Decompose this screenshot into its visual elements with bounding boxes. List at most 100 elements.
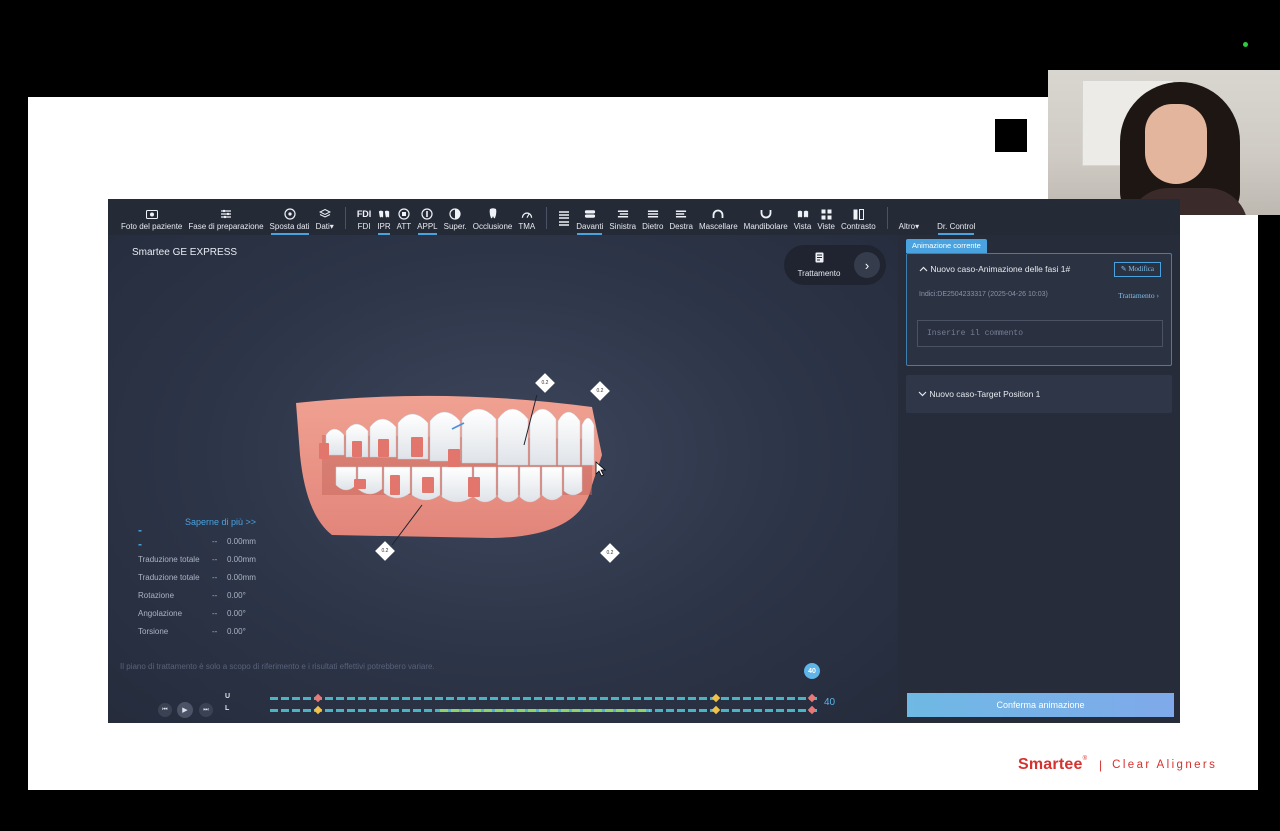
toolbar-label: ATT: [396, 222, 412, 231]
toolbar-contrast[interactable]: Contrasto: [838, 199, 879, 235]
ipr-marker[interactable]: 0.2: [375, 541, 395, 561]
brand-separator: |: [1098, 758, 1103, 772]
current-animation-tab[interactable]: Animazione corrente: [906, 239, 987, 253]
edit-icon: ✎: [1120, 265, 1127, 273]
3d-viewport[interactable]: Smartee GE EXPRESS Trattamento › 0.2 0.2…: [108, 235, 898, 723]
toolbar-appl[interactable]: APPL: [414, 199, 440, 235]
toolbar-dr-control[interactable]: Dr. Control: [934, 199, 978, 235]
toolbar-upper-arch[interactable]: Mascellare: [696, 199, 741, 235]
current-step-handle[interactable]: 40: [804, 663, 820, 679]
move-icon: [283, 208, 296, 220]
toolbar-preparation-phase[interactable]: Fase di preparazione: [185, 199, 266, 235]
toolbar-occlusion[interactable]: Occlusione: [470, 199, 516, 235]
document-icon: [815, 252, 824, 266]
toolbar-label: Mascellare: [698, 222, 738, 231]
view-icon: [797, 209, 809, 219]
prev-step-button[interactable]: ⏮: [158, 703, 172, 717]
chevron-right-icon: ›: [1156, 291, 1160, 300]
ipr-marker[interactable]: 0.2: [535, 373, 555, 393]
animation-card-phases: Nuovo caso-Animazione delle fasi 1# ✎ Mo…: [906, 253, 1172, 366]
animation-card-target[interactable]: Nuovo caso-Target Position 1: [906, 375, 1172, 413]
toolbar-label: IPR: [377, 222, 391, 231]
toolbar-left-view[interactable]: Sinistra: [606, 199, 639, 235]
toolbar-superimpose[interactable]: Super.: [441, 199, 470, 235]
ipr-marker[interactable]: 0.2: [600, 543, 620, 563]
upper-step-track[interactable]: [270, 697, 818, 700]
treatment-link[interactable]: Trattamento ›: [1118, 291, 1159, 300]
treatment-button[interactable]: Trattamento ›: [784, 245, 886, 285]
animation-card-title[interactable]: Nuovo caso-Animazione delle fasi 1#: [919, 264, 1070, 274]
brand-name: Smartee: [1018, 756, 1083, 773]
case-index: Indici:DE2504233317 (2025-04-26 10:03): [919, 291, 1048, 298]
metric-row: -- 0.00mm: [212, 537, 256, 546]
dental-model[interactable]: [292, 374, 602, 550]
chevron-up-icon: [919, 264, 930, 274]
toolbar-label: FDI: [357, 222, 371, 231]
confirm-animation-button[interactable]: Conferma animazione: [907, 693, 1174, 717]
upper-end-marker: [807, 693, 817, 703]
slide-black-square: [995, 119, 1027, 152]
stack-icon: [558, 210, 570, 228]
treatment-button-label: Trattamento: [797, 269, 841, 278]
learn-more-link[interactable]: Saperne di più >>: [185, 517, 256, 527]
toolbar-lower-arch[interactable]: Mandibolare: [741, 199, 791, 235]
metric-row: Traduzione totale -- 0.00mm: [138, 555, 256, 564]
brand-tagline: Clear Aligners: [1112, 759, 1218, 771]
toolbar-divider: [344, 207, 346, 229]
front-view-icon: [584, 209, 596, 219]
metric-row: Rotazione -- 0.00°: [138, 591, 246, 600]
comment-input[interactable]: Inserire il commento: [917, 320, 1163, 347]
toolbar-view[interactable]: Vista: [791, 199, 815, 235]
animation-panel: Animazione corrente Nuovo caso-Animazion…: [898, 235, 1180, 723]
toolbar-patient-photo[interactable]: Foto del paziente: [118, 199, 185, 235]
chevron-right-icon[interactable]: ›: [854, 252, 880, 278]
webcam-feed: [1048, 70, 1280, 215]
smartee-app-window: Foto del paziente Fase di preparazione S…: [108, 199, 1180, 723]
grid-icon: [820, 209, 832, 219]
toolbar-right-view[interactable]: Destra: [666, 199, 696, 235]
lower-step-track[interactable]: [270, 709, 818, 712]
left-view-icon: [617, 209, 629, 219]
toolbar-att[interactable]: ATT: [394, 199, 415, 235]
recording-indicator: [1243, 42, 1248, 47]
toolbar-label: Contrasto: [840, 222, 876, 231]
total-steps: 40: [824, 697, 836, 708]
toolbar-back-view[interactable]: Dietro: [639, 199, 666, 235]
screen: Foto del paziente Fase di preparazione S…: [0, 0, 1280, 831]
toolbar-tma[interactable]: TMA: [515, 199, 538, 235]
more-icon: [903, 209, 915, 219]
back-view-icon: [647, 209, 659, 219]
toolbar-front-view[interactable]: Davanti: [573, 199, 606, 235]
step-timeline: ⏮ ▶ ⏭ U L 40 40: [108, 663, 898, 723]
toolbar-more-dropdown[interactable]: Altro▾: [896, 199, 922, 235]
toolbar-stack[interactable]: [555, 199, 573, 235]
toolbar-label: Davanti: [576, 222, 604, 231]
half-circle-icon: [449, 208, 461, 220]
tooth-icon: [487, 208, 499, 219]
play-button[interactable]: ▶: [177, 702, 193, 718]
toolbar: Foto del paziente Fase di preparazione S…: [108, 199, 1180, 235]
toolbar-label: Destra: [669, 222, 693, 231]
toolbar-views[interactable]: Viste: [814, 199, 838, 235]
upper-arch-icon: [712, 209, 724, 219]
toolbar-data-dropdown[interactable]: Dati▾: [313, 199, 337, 235]
ipr-marker[interactable]: 0.2: [590, 381, 610, 401]
lower-arch-icon: [760, 209, 772, 219]
presenter-face: [1145, 104, 1207, 184]
toolbar-label: Dati▾: [315, 222, 334, 231]
contrast-icon: [852, 208, 864, 220]
lower-arch-label: L: [225, 705, 230, 712]
toolbar-fdi[interactable]: FDI FDI: [354, 199, 375, 235]
toolbar-label: Sinistra: [609, 222, 637, 231]
modify-button[interactable]: ✎ Modifica: [1113, 262, 1161, 277]
toolbar-label: Sposta dati: [269, 222, 310, 231]
next-step-button[interactable]: ⏭: [199, 703, 213, 717]
toolbar-label: Super.: [443, 222, 467, 231]
toolbar-ipr[interactable]: IPR: [374, 199, 393, 235]
metric-row: Traduzione totale -- 0.00mm: [138, 573, 256, 582]
toolbar-label: Occlusione: [472, 222, 513, 231]
toolbar-move-data[interactable]: Sposta dati: [267, 199, 313, 235]
toolbar-label: TMA: [518, 222, 536, 231]
toolbar-label: Vista: [793, 222, 812, 231]
lower-start-marker: [313, 705, 323, 715]
